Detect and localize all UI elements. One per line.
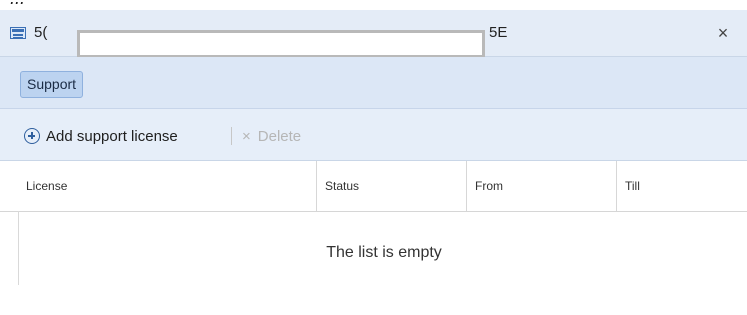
toolbar-separator [231, 127, 232, 145]
column-header-license[interactable]: License [18, 161, 316, 211]
empty-list-message: The list is empty [326, 244, 442, 261]
column-header-from[interactable]: From [466, 161, 616, 211]
delete-icon: × [242, 127, 251, 145]
add-support-license-button[interactable]: Add support license [24, 125, 178, 147]
column-header-till[interactable]: Till [616, 161, 747, 211]
add-support-license-label: Add support license [46, 127, 178, 145]
tab-support-label: Support [27, 76, 77, 92]
close-button[interactable]: × [712, 22, 734, 44]
plus-circle-icon [24, 128, 40, 144]
table-header: License Status From Till [0, 161, 747, 212]
column-header-status[interactable]: Status [316, 161, 466, 211]
tab-bar: Support [0, 57, 747, 109]
redaction-box [77, 30, 485, 58]
page: ... 5( 5E × Support Add support license … [0, 0, 747, 315]
window-title-start: 5( [34, 24, 48, 41]
tab-support[interactable]: Support [20, 71, 84, 98]
close-icon: × [717, 23, 729, 43]
window-titlebar: 5( 5E × [0, 10, 747, 58]
window-icon [10, 27, 26, 39]
clipped-top-text-label: ... [10, 0, 25, 9]
delete-label: Delete [257, 127, 302, 145]
clipped-top-text: ... [0, 0, 747, 10]
toolbar: Add support license × Delete [0, 109, 747, 161]
window-title-end: 5E [489, 24, 508, 41]
delete-button[interactable]: × Delete [242, 125, 301, 147]
